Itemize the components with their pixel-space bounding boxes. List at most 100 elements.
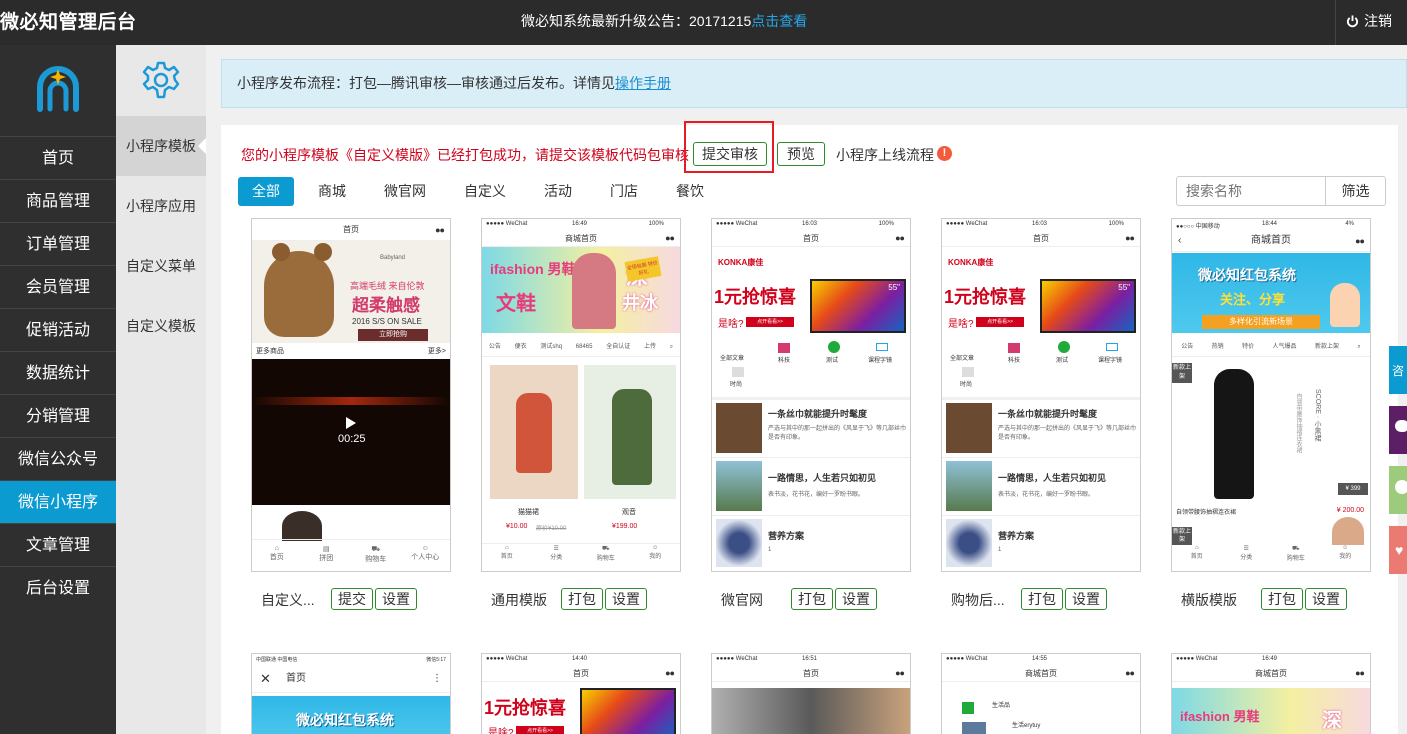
template-panel: 您的小程序模板《自定义模版》已经打包成功，请提交该模板代码包审核 提交审核 预览… — [221, 121, 1398, 734]
nav-item-distribution[interactable]: 分销管理 — [0, 394, 116, 437]
filter-button[interactable]: 筛选 — [1325, 176, 1386, 206]
status-bar: ●●●●● WeChat 16:03 100% — [716, 221, 894, 227]
template-preview[interactable]: ●●●●● WeChat 14:55 商城首页 ●● 生活品 生活erytuy — [941, 653, 1141, 734]
nav-item-home[interactable]: 首页 — [0, 136, 116, 179]
hero-banner: KONKA康佳 1元抢惊喜 是啥? 点开看看>> 55" — [942, 253, 1140, 337]
favorite-button[interactable]: ♥ — [1389, 526, 1407, 574]
nav-item-settings[interactable]: 后台设置 — [0, 566, 116, 609]
package-button[interactable]: 打包 — [1261, 588, 1303, 610]
vertical-text: SCORE · 小黑裙 — [1314, 389, 1321, 442]
template-preview[interactable]: ●●●●● WeChat 16:51 首页 ●● — [711, 653, 911, 734]
product-image — [584, 365, 676, 499]
hero-title: 微必知红包系统 — [296, 712, 394, 728]
template-name: 横版模版 — [1181, 592, 1237, 608]
coat-shape — [612, 389, 652, 485]
brand-logo: KONKA康佳 — [718, 258, 764, 267]
price-tag: ¥ 399 — [1338, 483, 1368, 495]
settings-button[interactable]: 设置 — [1305, 588, 1347, 610]
home-icon: ⌂ — [274, 545, 279, 552]
tab-all[interactable]: 全部 — [238, 177, 294, 206]
share-button[interactable] — [1389, 466, 1407, 514]
logout-button[interactable]: 注销 — [1335, 0, 1407, 45]
template-preview[interactable]: ●●●●● WeChat 16:49 100% 商城首页 ●● ifashion 男鞋… — [481, 218, 681, 572]
chat-button[interactable] — [1389, 406, 1407, 454]
submit-review-button[interactable]: 提交审核 — [693, 142, 767, 166]
list-text: 生活erytuy — [1012, 723, 1041, 729]
template-preview[interactable]: ●●○○○ 中国移动 18:44 4% ‹ 商城首页 ●● 微必知红包系统 关注、分享 … — [1171, 218, 1371, 572]
item-icon — [962, 702, 974, 714]
nav-item-promotions[interactable]: 促销活动 — [0, 308, 116, 351]
template-preview[interactable]: 首页 ●● Babyland 高端毛绒 来自伦敦 超柔触感 2016 S/S ON… — [251, 218, 451, 572]
notice-text: 微必知系统最新升级公告：20171215 — [521, 13, 752, 29]
template-preview[interactable]: ●●●●● WeChat 14:40 首页 ●● 1元抢惊喜 是啥? 点开看看>> — [481, 653, 681, 734]
tab-catering[interactable]: 餐饮 — [676, 177, 704, 206]
submit-button[interactable]: 提交 — [331, 588, 373, 610]
settings-button[interactable]: 设置 — [835, 588, 877, 610]
app-logo — [0, 45, 116, 136]
article-title: 营养方案 — [768, 531, 805, 541]
phone-title: 首页 ●● — [712, 230, 910, 247]
hero-banner: ifashion 男鞋 文鞋 深 井冰 全场包邮 特价好礼 — [482, 247, 680, 333]
teddy-bear-image — [264, 251, 334, 337]
preview-button[interactable]: 预览 — [777, 142, 825, 166]
subnav-item-custom-template[interactable]: 自定义模板 — [116, 296, 206, 356]
vertical-text-2: 自领带腰饰抽褶连衣裙 — [1295, 393, 1301, 453]
divider — [942, 457, 1140, 458]
more-icon: ●● — [1355, 236, 1365, 246]
brand-title: 微必知管理后台 — [0, 12, 137, 33]
article-title: 一条丝巾就能提升时髦度 — [998, 409, 1098, 419]
consult-button[interactable]: 咨 — [1389, 346, 1407, 394]
nav-item-orders[interactable]: 订单管理 — [0, 222, 116, 265]
tabbar-mine: ☺ 我的 — [631, 545, 681, 571]
promo-headline: 1元抢惊喜 — [944, 287, 1027, 307]
phone-title: 商城首页 ●● — [482, 230, 680, 247]
brand-logo: KONKA康佳 — [948, 258, 994, 267]
notice-link[interactable]: 点击查看 — [751, 13, 807, 29]
play-icon — [346, 417, 356, 429]
tab-micro-site[interactable]: 微官网 — [384, 177, 426, 206]
package-button[interactable]: 打包 — [561, 588, 603, 610]
settings-button[interactable]: 设置 — [605, 588, 647, 610]
hero-banner: 微必知红包系统 — [252, 696, 450, 734]
promo-sub: 是啥? — [488, 728, 514, 734]
more-icon: ●● — [1355, 668, 1365, 678]
phone-title: 首页 ●● — [712, 665, 910, 682]
hero-subtitle: 关注、分享 — [1220, 292, 1286, 307]
subnav-item-custom-menu[interactable]: 自定义菜单 — [116, 236, 206, 296]
settings-button[interactable]: 设置 — [1065, 588, 1107, 610]
template-preview[interactable]: ●●●●● WeChat 16:49 商城首页 ●● ifashion 男鞋 深 — [1171, 653, 1371, 734]
warning-icon[interactable]: ! — [937, 146, 952, 161]
nav-item-wechat-official[interactable]: 微信公众号 — [0, 437, 116, 480]
tab-store[interactable]: 门店 — [610, 177, 638, 206]
nav-item-products[interactable]: 商品管理 — [0, 179, 116, 222]
back-icon: ‹ — [1178, 235, 1182, 246]
hero-text-4: 井冰 — [622, 293, 658, 313]
item-image — [962, 722, 986, 734]
model-image — [572, 253, 616, 329]
cartoon-image — [1330, 283, 1360, 327]
logout-label: 注销 — [1364, 13, 1392, 29]
template-preview[interactable]: 中国联通 中国电信 微信5:17 ✕ 首页 ⋮ 微必知红包系统 — [251, 653, 451, 734]
subnav-item-templates[interactable]: 小程序模板 — [116, 116, 206, 176]
tab-custom[interactable]: 自定义 — [464, 177, 506, 206]
settings-button[interactable]: 设置 — [375, 588, 417, 610]
subnav-item-applications[interactable]: 小程序应用 — [116, 176, 206, 236]
article-desc: 表书淡，花书花，编好一罗盼书眼。 — [998, 492, 1095, 498]
nav-item-statistics[interactable]: 数据统计 — [0, 351, 116, 394]
phone-title: 商城首页 ●● — [1172, 665, 1370, 682]
logo-icon — [37, 66, 79, 112]
package-button[interactable]: 打包 — [1021, 588, 1063, 610]
package-button[interactable]: 打包 — [791, 588, 833, 610]
manual-link[interactable]: 操作手册 — [615, 75, 671, 91]
user-icon: ☺ — [652, 545, 659, 551]
template-preview[interactable]: ●●●●● WeChat 16:03 100% 首页 ●● KONKA康佳 1元抢惊喜… — [711, 218, 911, 572]
tab-activity[interactable]: 活动 — [544, 177, 572, 206]
online-flow-label[interactable]: 小程序上线流程 — [836, 145, 934, 165]
nav-item-members[interactable]: 会员管理 — [0, 265, 116, 308]
tab-mall[interactable]: 商城 — [318, 177, 346, 206]
nav-item-mini-program[interactable]: 微信小程序 — [0, 480, 116, 523]
search-input[interactable] — [1176, 176, 1326, 206]
template-preview[interactable]: ●●●●● WeChat 16:03 100% 首页 ●● KONKA康佳 1元抢惊喜… — [941, 218, 1141, 572]
nav-item-articles[interactable]: 文章管理 — [0, 523, 116, 566]
status-bar: ●●●●● WeChat 16:51 — [716, 656, 818, 662]
